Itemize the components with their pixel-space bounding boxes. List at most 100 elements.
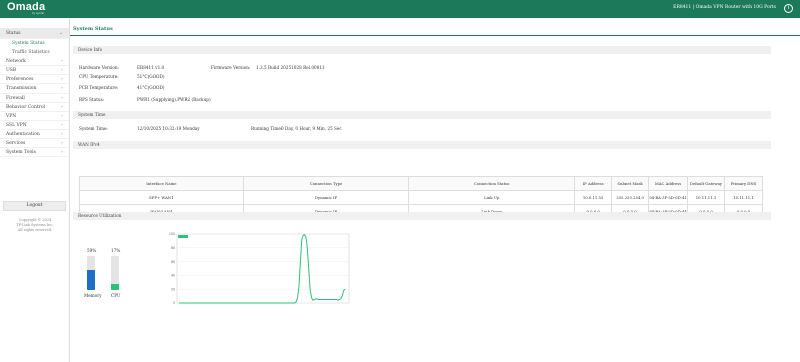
table-cell: 10.11.11.1 <box>687 190 725 205</box>
pcb-temperature-value: 41°C(GOOD) <box>137 85 165 90</box>
main-content: System Status Device Info Hardware Versi… <box>70 18 800 362</box>
memory-bar <box>87 256 95 290</box>
sidebar-item-network[interactable]: Network › <box>0 57 69 67</box>
column-header: Connection Status <box>408 176 576 191</box>
column-header: Subnet Mask <box>611 176 650 191</box>
pcb-temperature-label: PCB Temperature: <box>79 85 119 90</box>
sidebar-item-authentication[interactable]: Authentication › <box>0 130 69 140</box>
section-device-info: Device Info <box>73 46 771 54</box>
memory-bar-fill <box>87 269 95 290</box>
column-header: Connection Type <box>242 176 410 191</box>
table-header-row: Interface Name Connection Type Connectio… <box>79 176 764 191</box>
running-time-value: 0 Day, 0 Hour, 9 Min, 25 Sec <box>281 126 342 131</box>
column-header: Primary DNS <box>723 176 764 191</box>
chevron-right-icon: › <box>61 112 63 119</box>
column-header: IP Address <box>574 176 613 191</box>
sidebar-subitem-traffic-statistics[interactable]: Traffic Statistics <box>0 48 69 57</box>
hardware-version-value: ER8411 v1.0 <box>137 65 165 70</box>
chart-frame <box>176 233 350 304</box>
chevron-right-icon: › <box>61 94 63 101</box>
cpu-label: CPU <box>111 293 121 298</box>
sidebar-item-label: Status <box>6 31 21 36</box>
sidebar-item-preferences[interactable]: Preferences › <box>0 75 69 85</box>
column-header: Default Gateway <box>687 176 725 191</box>
logout-button[interactable]: Logout <box>3 201 66 211</box>
chart-y-ticks: 100 80 60 40 20 0 <box>169 232 175 305</box>
chevron-up-icon: ⌄ <box>58 30 63 36</box>
system-time-value: 12/10/2025 10:32:19 Monday <box>137 126 200 131</box>
rps-status-label: RPS Status: <box>79 97 105 102</box>
sidebar-item-label: Authentication <box>6 131 40 137</box>
chevron-right-icon: › <box>61 103 63 110</box>
y-tick-label: 60 <box>171 260 175 264</box>
brand-sub: by tp-link <box>32 11 45 15</box>
chevron-right-icon: › <box>61 121 63 128</box>
chevron-right-icon: › <box>61 67 63 74</box>
system-time-label: System Time: <box>79 126 108 131</box>
memory-percent: 59% <box>87 248 97 253</box>
firmware-version-label: Firmware Version: <box>211 65 251 70</box>
hardware-version-label: Hardware Version: <box>79 65 119 70</box>
sidebar-item-label: VPN <box>6 113 17 119</box>
memory-label: Memory <box>84 293 102 298</box>
sidebar-item-label: System Tools <box>6 150 36 156</box>
cpu-percent: 17% <box>111 248 121 253</box>
chevron-right-icon: › <box>61 85 63 92</box>
sidebar-item-services[interactable]: Services › <box>0 139 69 149</box>
legend-swatch <box>178 235 188 238</box>
sidebar-item-status[interactable]: Status ⌄ <box>0 28 69 39</box>
table-cell: Link Up <box>408 190 576 205</box>
chevron-right-icon: › <box>61 149 63 156</box>
section-wan-ipv4: WAN IPv4 <box>73 141 771 149</box>
cpu-bar-fill <box>111 284 119 290</box>
device-title: ER8411 | Omada VPN Router with 10G Ports <box>673 5 776 10</box>
sidebar-item-vpn[interactable]: VPN › <box>0 112 69 121</box>
section-resource-utilization: Resource Utilization <box>73 212 771 220</box>
table-cell: 255.255.254.0 <box>611 190 650 205</box>
sidebar: Status ⌄ System Status Traffic Statistic… <box>0 18 70 362</box>
chevron-right-icon: › <box>61 58 63 65</box>
y-tick-label: 100 <box>169 232 175 236</box>
sidebar-item-behavior-control[interactable]: Behavior Control › <box>0 103 69 112</box>
sidebar-item-ssl-vpn[interactable]: SSL VPN › <box>0 121 69 130</box>
sidebar-subitem-system-status[interactable]: System Status <box>0 39 69 48</box>
cpu-temperature-value: 51°C(GOOD) <box>137 74 165 79</box>
table-cell: 94-BA-3F-5D-0D-41 <box>648 190 689 205</box>
top-bar: Omada by tp-link ER8411 | Omada VPN Rout… <box>0 0 800 18</box>
sidebar-item-label: Preferences <box>6 77 34 83</box>
chevron-right-icon: › <box>61 76 63 83</box>
y-tick-label: 40 <box>171 274 175 278</box>
sidebar-item-label: SSL VPN <box>6 122 27 128</box>
table-cell: 10.0.11.55 <box>574 190 613 205</box>
y-tick-label: 80 <box>171 246 175 250</box>
y-tick-label: 0 <box>173 301 175 305</box>
sidebar-item-label: USB <box>6 68 17 74</box>
sidebar-item-label: Transmission <box>6 86 37 92</box>
table-cell: SFP+ WAN1 <box>79 190 244 205</box>
table-row: SFP+ WAN1 Dynamic IP Link Up 10.0.11.55 … <box>79 190 764 205</box>
title-divider <box>70 35 800 36</box>
sidebar-item-usb[interactable]: USB › <box>0 66 69 76</box>
sidebar-nav-list: Network › USB › Preferences › Transmission › Fir… <box>0 57 69 158</box>
sidebar-item-firewall[interactable]: Firewall › <box>0 94 69 103</box>
running-time-label: Running Time: <box>251 126 283 131</box>
copyright-line: All rights reserved. <box>17 228 53 232</box>
y-tick-label: 20 <box>171 287 175 291</box>
info-icon[interactable]: i <box>784 4 793 13</box>
column-header: MAC Address <box>648 176 689 191</box>
section-system-time: System Time <box>73 111 771 119</box>
sidebar-item-system-tools[interactable]: System Tools › <box>0 148 69 158</box>
cpu-temperature-label: CPU Temperature: <box>79 74 119 79</box>
cpu-bar <box>111 256 119 290</box>
sidebar-item-transmission[interactable]: Transmission › <box>0 84 69 94</box>
column-header: Interface Name <box>79 176 244 191</box>
rps-status-value: PWR1 (Supplying),PWR2 (Backup) <box>137 97 211 102</box>
chevron-right-icon: › <box>61 140 63 147</box>
firmware-version-value: 1.3.5 Build 20251028 Rel.00811 <box>256 65 325 70</box>
cpu-history-chart: 100 80 60 40 20 0 <box>169 232 350 305</box>
page-title: System Status <box>73 26 113 32</box>
chevron-right-icon: › <box>61 130 63 137</box>
sidebar-item-label: Network <box>6 59 26 65</box>
sidebar-item-label: Firewall <box>6 95 25 101</box>
sidebar-item-label: Services <box>6 141 26 147</box>
